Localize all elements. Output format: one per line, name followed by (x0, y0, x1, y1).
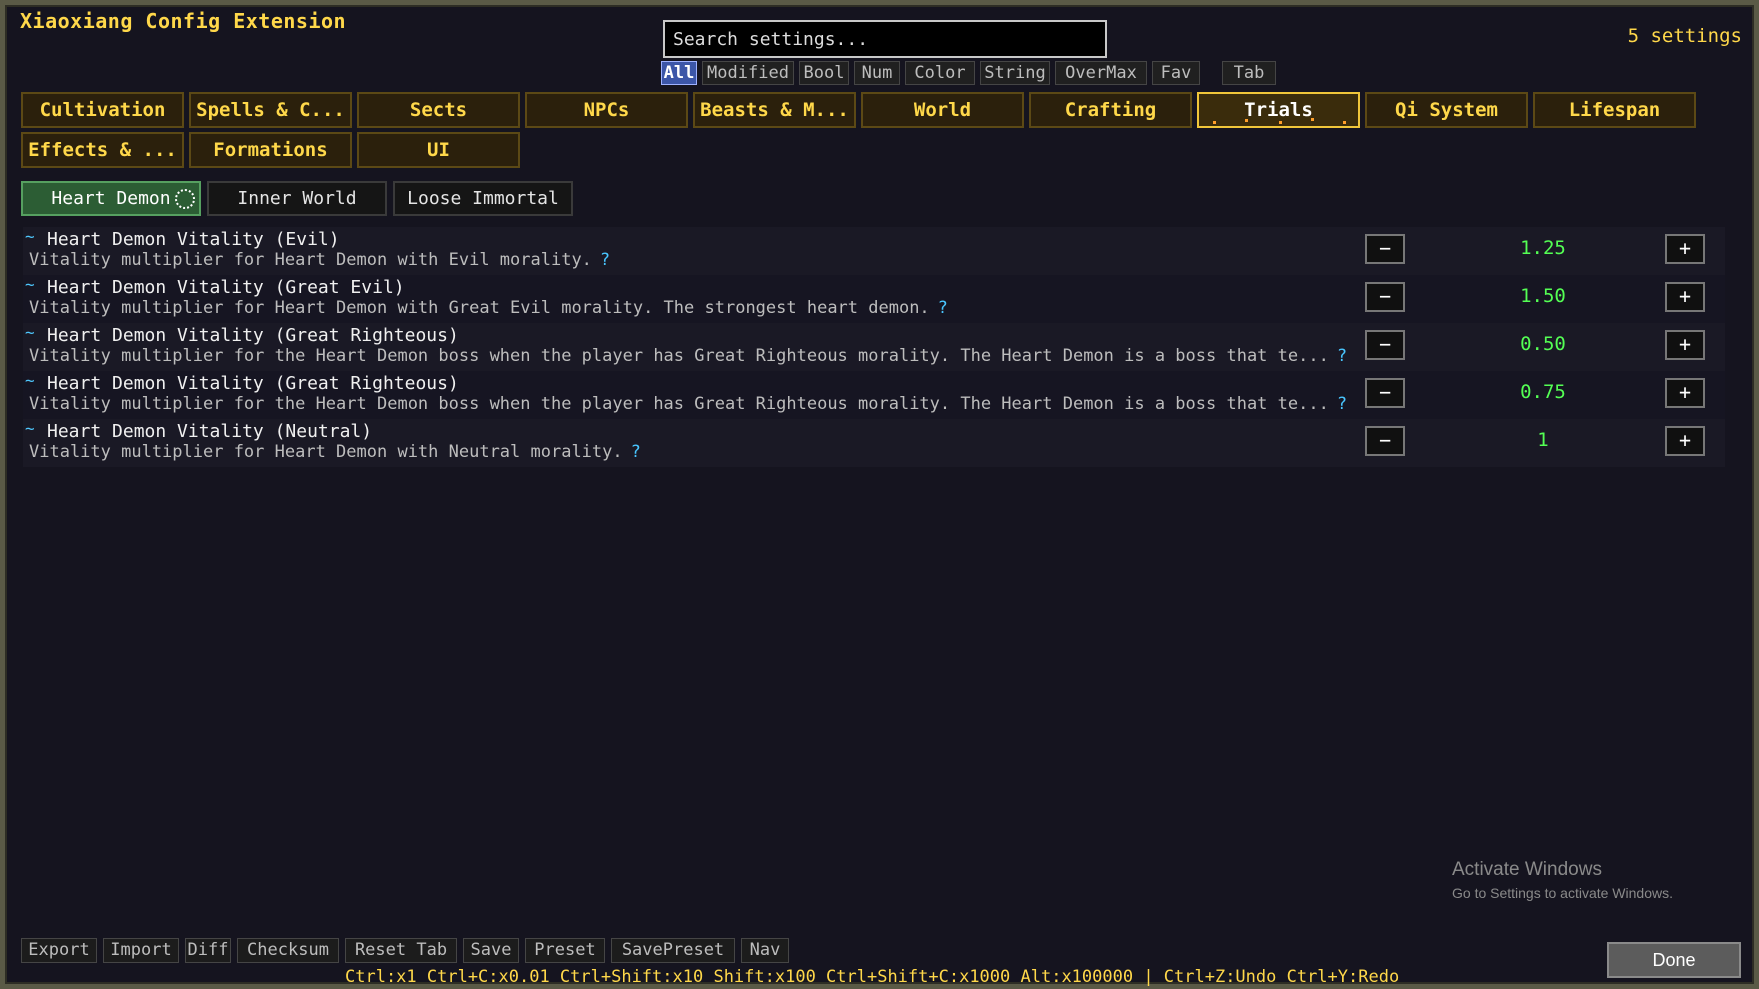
tab-sects[interactable]: Sects (357, 92, 520, 128)
decrement-button[interactable]: − (1365, 282, 1405, 312)
setting-name: Heart Demon Vitality (Neutral) (47, 421, 373, 442)
tab-world[interactable]: World (861, 92, 1024, 128)
save-button[interactable]: Save (463, 938, 519, 963)
increment-button[interactable]: + (1665, 378, 1705, 408)
activation-watermark-title: Activate Windows (1452, 859, 1602, 880)
filter-string[interactable]: String (980, 61, 1050, 85)
config-window: Xiaoxiang Config Extension 5 settings Al… (0, 0, 1759, 989)
subtab-heart-demon[interactable]: Heart Demon (21, 181, 201, 216)
decrement-button[interactable]: − (1365, 234, 1405, 264)
setting-description-text: Vitality multiplier for Heart Demon with… (29, 442, 623, 462)
tab-trials[interactable]: Trials (1197, 92, 1360, 128)
modified-marker: ~ (25, 275, 35, 294)
setting-row: ~ Heart Demon Vitality (Great Evil) Vita… (23, 275, 1725, 323)
tab-effects[interactable]: Effects & ... (21, 132, 184, 168)
setting-description-text: Vitality multiplier for the Heart Demon … (29, 346, 1329, 366)
help-icon[interactable]: ? (938, 298, 948, 318)
setting-row: ~ Heart Demon Vitality (Neutral) Vitalit… (23, 419, 1725, 467)
import-button[interactable]: Import (103, 938, 179, 963)
tab-beasts[interactable]: Beasts & M... (693, 92, 856, 128)
help-icon[interactable]: ? (1337, 346, 1347, 366)
filter-color[interactable]: Color (905, 61, 975, 85)
tab-qi-system[interactable]: Qi System (1365, 92, 1528, 128)
export-button[interactable]: Export (21, 938, 97, 963)
setting-row: ~ Heart Demon Vitality (Great Righteous)… (23, 323, 1725, 371)
diff-button[interactable]: Diff (185, 938, 231, 963)
tab-npcs[interactable]: NPCs (525, 92, 688, 128)
modified-marker: ~ (25, 419, 35, 438)
tab-spells[interactable]: Spells & C... (189, 92, 352, 128)
setting-value[interactable]: 1.25 (1423, 237, 1663, 259)
setting-description-text: Vitality multiplier for the Heart Demon … (29, 394, 1329, 414)
setting-description: Vitality multiplier for Heart Demon with… (29, 298, 948, 318)
increment-button[interactable]: + (1665, 330, 1705, 360)
subtab-inner-world[interactable]: Inner World (207, 181, 387, 216)
setting-description: Vitality multiplier for Heart Demon with… (29, 250, 610, 270)
setting-value[interactable]: 0.50 (1423, 333, 1663, 355)
subtab-heart-demon-label: Heart Demon (51, 188, 171, 209)
setting-description: Vitality multiplier for Heart Demon with… (29, 442, 641, 462)
filter-bool[interactable]: Bool (799, 61, 849, 85)
ember-spark (1213, 121, 1216, 124)
setting-description: Vitality multiplier for the Heart Demon … (29, 346, 1347, 366)
setting-value[interactable]: 1 (1423, 429, 1663, 451)
activation-watermark-subtitle: Go to Settings to activate Windows. (1452, 885, 1673, 901)
modified-marker: ~ (25, 323, 35, 342)
filter-modified[interactable]: Modified (702, 61, 794, 85)
setting-value[interactable]: 1.50 (1423, 285, 1663, 307)
subtab-loose-immortal[interactable]: Loose Immortal (393, 181, 573, 216)
swirl-icon (175, 189, 195, 209)
decrement-button[interactable]: − (1365, 426, 1405, 456)
increment-button[interactable]: + (1665, 234, 1705, 264)
tab-ui[interactable]: UI (357, 132, 520, 168)
setting-name: Heart Demon Vitality (Great Evil) (47, 277, 405, 298)
reset-tab-button[interactable]: Reset Tab (345, 938, 457, 963)
ember-spark (1245, 119, 1248, 122)
tab-lifespan[interactable]: Lifespan (1533, 92, 1696, 128)
settings-count: 5 settings (1627, 25, 1742, 47)
done-button[interactable]: Done (1607, 942, 1741, 978)
help-icon[interactable]: ? (1337, 394, 1347, 414)
decrement-button[interactable]: − (1365, 330, 1405, 360)
filter-all[interactable]: All (661, 61, 697, 85)
ember-spark (1311, 118, 1314, 121)
filter-fav[interactable]: Fav (1152, 61, 1200, 85)
modified-marker: ~ (25, 371, 35, 390)
setting-description-text: Vitality multiplier for Heart Demon with… (29, 250, 592, 270)
window-title: Xiaoxiang Config Extension (20, 9, 347, 33)
tab-cultivation[interactable]: Cultivation (21, 92, 184, 128)
nav-button[interactable]: Nav (741, 938, 789, 963)
increment-button[interactable]: + (1665, 282, 1705, 312)
tab-crafting[interactable]: Crafting (1029, 92, 1192, 128)
ember-spark (1343, 121, 1346, 124)
setting-description: Vitality multiplier for the Heart Demon … (29, 394, 1347, 414)
help-icon[interactable]: ? (600, 250, 610, 270)
ember-spark (1279, 121, 1282, 124)
tab-formations[interactable]: Formations (189, 132, 352, 168)
setting-name: Heart Demon Vitality (Great Righteous) (47, 325, 459, 346)
search-input[interactable] (663, 20, 1107, 58)
setting-row: ~ Heart Demon Vitality (Great Righteous)… (23, 371, 1725, 419)
setting-value[interactable]: 0.75 (1423, 381, 1663, 403)
setting-name: Heart Demon Vitality (Great Righteous) (47, 373, 459, 394)
keyboard-hints: Ctrl:x1 Ctrl+C:x0.01 Ctrl+Shift:x10 Shif… (345, 967, 1400, 987)
setting-description-text: Vitality multiplier for Heart Demon with… (29, 298, 930, 318)
decrement-button[interactable]: − (1365, 378, 1405, 408)
setting-row: ~ Heart Demon Vitality (Evil) Vitality m… (23, 227, 1725, 275)
save-preset-button[interactable]: SavePreset (611, 938, 735, 963)
filter-overmax[interactable]: OverMax (1055, 61, 1147, 85)
increment-button[interactable]: + (1665, 426, 1705, 456)
tab-trials-label: Trials (1244, 99, 1313, 121)
filter-tab[interactable]: Tab (1222, 61, 1276, 85)
modified-marker: ~ (25, 227, 35, 246)
setting-name: Heart Demon Vitality (Evil) (47, 229, 340, 250)
preset-button[interactable]: Preset (525, 938, 605, 963)
checksum-button[interactable]: Checksum (237, 938, 339, 963)
help-icon[interactable]: ? (631, 442, 641, 462)
filter-num[interactable]: Num (854, 61, 900, 85)
